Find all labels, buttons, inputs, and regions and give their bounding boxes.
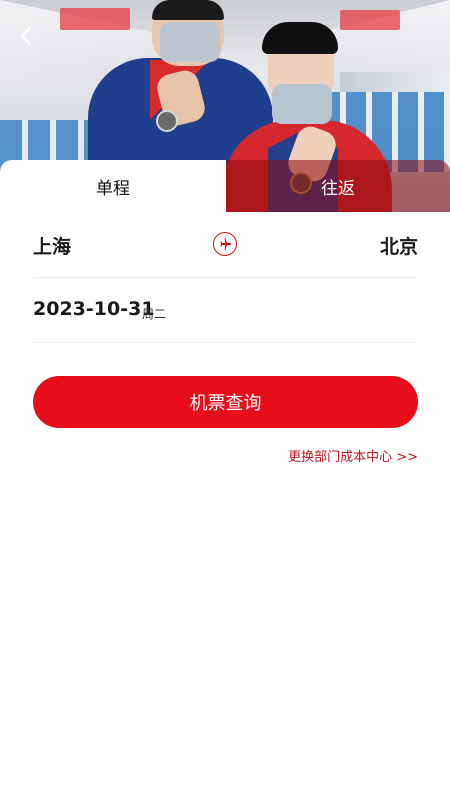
chevron-left-icon: [20, 26, 32, 46]
tab-round-trip[interactable]: 往返: [226, 160, 450, 212]
departure-weekday: 周二: [142, 307, 167, 321]
swap-route-button[interactable]: [213, 232, 237, 256]
cabin-windows: [340, 72, 450, 92]
change-cost-center-link[interactable]: 更换部门成本中心 >>: [288, 446, 418, 465]
route-row: 上海 北京: [33, 212, 418, 278]
crew-member-female-hair: [262, 22, 338, 54]
back-button[interactable]: [12, 22, 40, 50]
crew-member-male-watch: [156, 110, 178, 132]
tab-one-way[interactable]: 单程: [0, 160, 226, 212]
bin-ad-left: [60, 8, 130, 30]
crew-member-male-mask: [160, 22, 220, 62]
departure-date: 2023-10-31: [33, 298, 155, 320]
trip-type-tabs: 单程 往返: [0, 160, 450, 212]
airplane-swap-icon: [220, 238, 232, 250]
arrival-city[interactable]: 北京: [380, 232, 418, 259]
flight-search-button[interactable]: 机票查询: [33, 376, 418, 428]
tab-round-trip-label: 往返: [321, 178, 355, 199]
crew-member-female-mask: [272, 84, 332, 124]
departure-city[interactable]: 上海: [33, 232, 71, 259]
crew-member-male-hair: [152, 0, 224, 20]
bin-ad-right: [340, 10, 400, 30]
tab-one-way-label: 单程: [96, 178, 130, 199]
departure-date-row[interactable]: 2023-10-31 周二: [33, 278, 418, 343]
flight-search-form: 上海 北京 2023-10-31 周二 机票查询 更换部门成本中心 >>: [0, 212, 450, 800]
